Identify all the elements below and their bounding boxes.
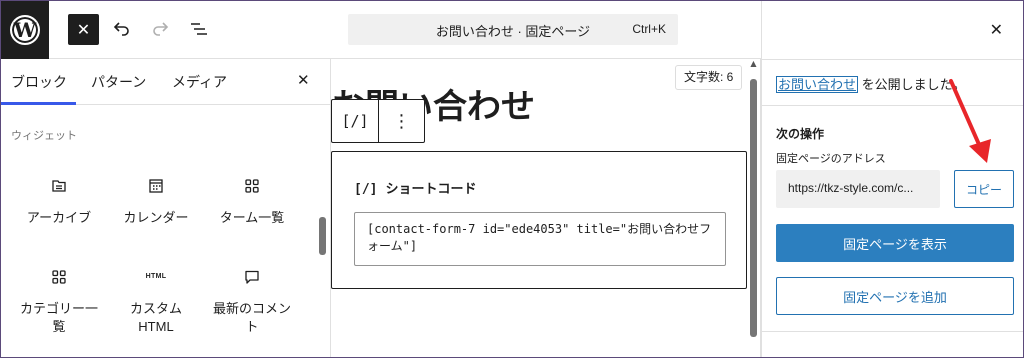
redo-icon — [153, 22, 169, 36]
command-palette-bar[interactable]: お問い合わせ · 固定ページ Ctrl+K — [348, 14, 678, 45]
divider — [762, 59, 1023, 60]
page-url-field[interactable]: https://tkz-style.com/c... — [776, 170, 940, 208]
undo-icon — [113, 22, 129, 36]
block-label-line: ト — [245, 319, 259, 334]
close-icon: ✕ — [76, 20, 91, 39]
grid-icon — [245, 179, 259, 193]
category-heading: ウィジェット — [11, 130, 77, 142]
published-suffix: を公開しました。 — [858, 77, 966, 92]
tab-media[interactable]: メディア — [172, 72, 227, 92]
block-custom-html[interactable]: HTML カスタム HTML — [106, 268, 206, 336]
block-toolbar: [/] ⋮ — [331, 99, 425, 143]
block-label-line: HTML — [138, 319, 174, 334]
scroll-up-arrow-icon[interactable]: ▲ — [749, 59, 758, 69]
block-type-button[interactable]: [/] — [332, 100, 379, 142]
shortcode-icon: [/] — [354, 182, 378, 197]
shortcode-block[interactable]: [/] ショートコード [contact-form-7 id="ede4053" … — [331, 151, 747, 289]
block-label: ターム一覧 — [219, 210, 285, 225]
block-archive[interactable]: アーカイブ — [9, 177, 109, 227]
next-steps-heading: 次の操作 — [776, 127, 825, 141]
block-calendar[interactable]: カレンダー — [106, 177, 206, 227]
page-address-label: 固定ページのアドレス — [776, 153, 886, 165]
close-icon: ✕ — [297, 71, 310, 89]
editor-canvas: お問い合わせ 文字数: 6 [/] ⋮ [/] ショートコード [contact-… — [331, 59, 761, 357]
document-title: お問い合わせ · 固定ページ — [435, 24, 591, 39]
block-terms-list[interactable]: ターム一覧 — [202, 177, 302, 227]
list-view-icon — [191, 23, 207, 35]
editor-window: W ✕ お問い合わせ · 固定ページ Ctrl+K ブロック パターン メディア… — [0, 0, 1024, 358]
shortcode-input[interactable]: [contact-form-7 id="ede4053" title="お問い合… — [354, 212, 726, 266]
tab-patterns[interactable]: パターン — [91, 72, 146, 92]
top-toolbar: W ✕ お問い合わせ · 固定ページ Ctrl+K — [1, 1, 761, 59]
block-categories-list[interactable]: カテゴリー一 覧 — [9, 268, 109, 336]
shortcode-block-title: ショートコード — [385, 181, 477, 196]
inserter-scrollbar[interactable] — [319, 217, 326, 255]
close-icon: ✕ — [989, 20, 1003, 39]
active-tab-indicator — [1, 102, 76, 105]
close-panel-button[interactable]: ✕ — [990, 20, 1003, 39]
more-vertical-icon: ⋮ — [392, 110, 411, 132]
block-latest-comments[interactable]: 最新のコメン ト — [202, 268, 302, 336]
view-page-button[interactable]: 固定ページを表示 — [776, 224, 1014, 262]
block-label-line: カスタム — [129, 301, 182, 316]
block-label-line: 覧 — [52, 319, 66, 334]
tab-blocks[interactable]: ブロック — [11, 72, 67, 92]
document-overview-button[interactable] — [186, 16, 212, 42]
published-page-link[interactable]: お問い合わせ — [776, 76, 859, 93]
published-message: お問い合わせ を公開しました。 — [776, 74, 966, 93]
html-icon: HTML — [145, 273, 167, 280]
grid-icon — [52, 270, 66, 284]
divider — [762, 331, 1023, 332]
block-label-line: 最新のコメン — [212, 301, 291, 316]
divider — [762, 105, 1023, 106]
inserter-tabs: ブロック パターン メディア ✕ — [1, 59, 331, 105]
close-inserter-button[interactable]: ✕ — [68, 14, 99, 45]
add-page-button[interactable]: 固定ページを追加 — [776, 277, 1014, 315]
block-label: アーカイブ — [26, 210, 92, 225]
block-inserter-panel: ブロック パターン メディア ✕ ウィジェット アーカイブ カレンダー ターム一… — [1, 59, 331, 357]
shortcode-icon: [/] — [341, 112, 369, 130]
comment-icon — [245, 270, 259, 284]
canvas-scrollbar[interactable] — [750, 79, 757, 337]
post-publish-panel: ✕ お問い合わせ を公開しました。 次の操作 固定ページのアドレス https:… — [761, 1, 1023, 357]
command-shortcut: Ctrl+K — [632, 22, 666, 36]
copy-url-button[interactable]: コピー — [954, 170, 1014, 208]
close-inserter-panel-button[interactable]: ✕ — [297, 71, 310, 89]
undo-button[interactable] — [109, 16, 135, 42]
shortcode-block-header: [/] ショートコード — [354, 178, 477, 197]
redo-button[interactable] — [147, 16, 173, 42]
block-options-button[interactable]: ⋮ — [379, 100, 424, 142]
character-count-badge: 文字数: 6 — [675, 65, 743, 90]
wordpress-icon: W — [10, 15, 40, 45]
archive-icon — [52, 180, 66, 192]
block-label: カレンダー — [123, 210, 189, 225]
calendar-icon — [149, 179, 163, 193]
block-label-line: カテゴリー一 — [19, 301, 98, 316]
wordpress-logo-button[interactable]: W — [1, 1, 49, 59]
